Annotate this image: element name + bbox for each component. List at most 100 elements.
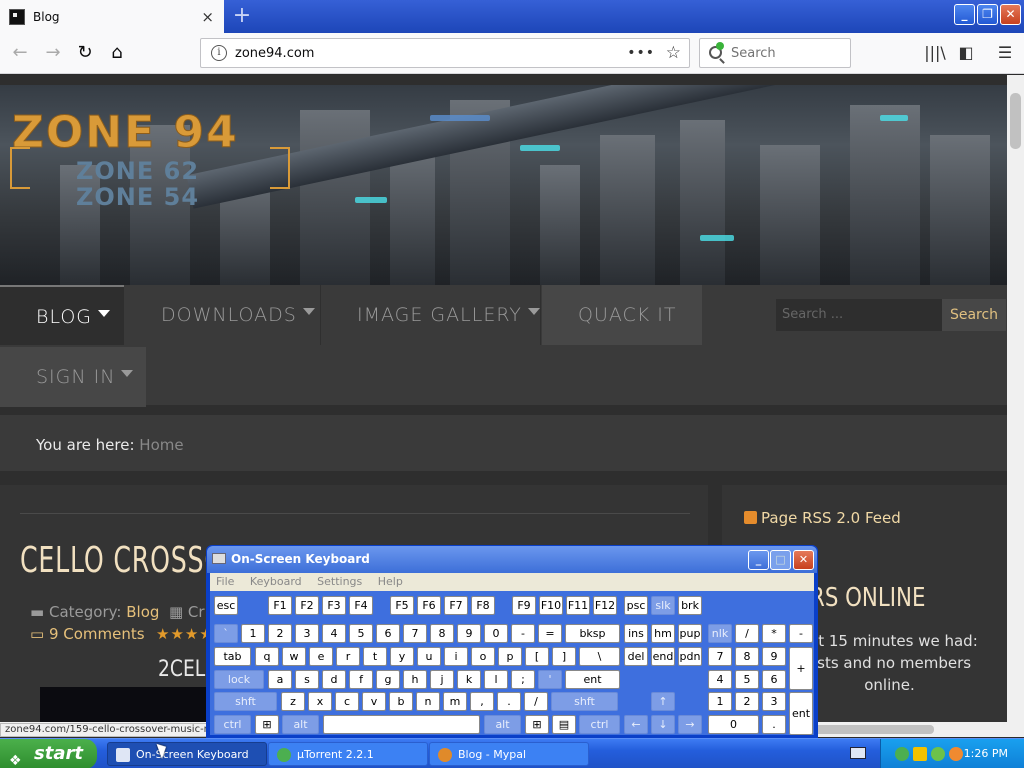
key-s[interactable]: s xyxy=(295,670,319,689)
key-e[interactable]: e xyxy=(309,647,333,666)
key-g[interactable]: g xyxy=(376,670,400,689)
key-ctrl[interactable]: ctrl xyxy=(579,715,620,734)
key-bksp[interactable]: bksp xyxy=(565,624,620,643)
new-tab-button[interactable]: + xyxy=(231,3,253,29)
minimize-window-button[interactable]: _ xyxy=(954,4,975,25)
key-0[interactable]: 0 xyxy=(708,715,759,734)
key-sym12[interactable]: . xyxy=(762,715,786,734)
site-logo[interactable]: ZONE 94 ZONE 62 ZONE 54 xyxy=(10,107,290,210)
key-ent[interactable]: ent xyxy=(789,692,813,735)
key-t[interactable]: t xyxy=(363,647,387,666)
key-k[interactable]: k xyxy=(457,670,481,689)
key-i[interactable]: i xyxy=(444,647,468,666)
key-alt[interactable]: alt xyxy=(282,715,319,734)
close-tab-icon[interactable]: × xyxy=(201,8,214,26)
vertical-scrollbar[interactable] xyxy=(1007,75,1024,722)
key-F7[interactable]: F7 xyxy=(444,596,468,615)
taskbar-item-osk[interactable]: On-Screen Keyboard xyxy=(107,742,267,766)
browser-search-box[interactable]: Search xyxy=(699,38,851,68)
key-r[interactable]: r xyxy=(336,647,360,666)
key-F12[interactable]: F12 xyxy=(593,596,617,615)
utorrent-tray-icon[interactable] xyxy=(895,747,909,761)
key-sym13[interactable]: \ xyxy=(579,647,620,666)
taskbar-item-browser[interactable]: Blog - Mypal xyxy=(429,742,589,766)
key-shft[interactable]: shft xyxy=(214,692,277,711)
forward-icon[interactable]: → xyxy=(41,42,65,66)
key-h[interactable]: h xyxy=(403,670,427,689)
key-psc[interactable]: psc xyxy=(624,596,648,615)
key-sym8[interactable]: , xyxy=(470,692,494,711)
close-window-button[interactable]: ✕ xyxy=(1000,4,1021,25)
key-4[interactable]: 4 xyxy=(708,670,732,689)
page-actions-icon[interactable]: ••• xyxy=(627,45,655,61)
video-thumbnail[interactable] xyxy=(40,687,210,722)
key-pup[interactable]: pup xyxy=(678,624,702,643)
key-sym9[interactable]: . xyxy=(497,692,521,711)
key-ins[interactable]: ins xyxy=(624,624,648,643)
key-sym11[interactable]: ' xyxy=(538,670,562,689)
key-sym9[interactable]: ↓ xyxy=(651,715,675,734)
key-1[interactable]: 1 xyxy=(708,692,732,711)
key-sym10[interactable]: → xyxy=(678,715,702,734)
key-F2[interactable]: F2 xyxy=(295,596,319,615)
key-lock[interactable]: lock xyxy=(214,670,264,689)
browser-tab[interactable]: Blog × xyxy=(0,0,224,33)
key-sym8[interactable]: ← xyxy=(624,715,648,734)
key-F4[interactable]: F4 xyxy=(349,596,373,615)
key-space[interactable] xyxy=(323,715,480,734)
maximize-window-button[interactable]: ❐ xyxy=(977,4,998,25)
key-F8[interactable]: F8 xyxy=(471,596,495,615)
library-icon[interactable]: |||\ xyxy=(923,42,947,66)
article-title[interactable]: CELLO CROSSO xyxy=(20,540,225,581)
key-j[interactable]: j xyxy=(430,670,454,689)
key-sym6[interactable]: ▤ xyxy=(552,715,576,734)
key-q[interactable]: q xyxy=(255,647,279,666)
key-9[interactable]: 9 xyxy=(457,624,481,643)
key-slk[interactable]: slk xyxy=(651,596,675,615)
key-u[interactable]: u xyxy=(417,647,441,666)
category-link[interactable]: Blog xyxy=(126,603,159,621)
key-4[interactable]: 4 xyxy=(322,624,346,643)
key-hm[interactable]: hm xyxy=(651,624,675,643)
key-sym20[interactable]: + xyxy=(789,647,813,690)
key-z[interactable]: z xyxy=(281,692,305,711)
bookmark-star-icon[interactable]: ☆ xyxy=(666,43,681,63)
hamburger-menu-icon[interactable]: ☰ xyxy=(993,42,1017,66)
key-f[interactable]: f xyxy=(349,670,373,689)
rss-link[interactable]: Page RSS 2.0 Feed xyxy=(744,509,901,527)
key-alt[interactable]: alt xyxy=(484,715,521,734)
breadcrumb-home-link[interactable]: Home xyxy=(139,436,183,454)
language-bar-keyboard-icon[interactable] xyxy=(850,747,866,759)
key-0[interactable]: 0 xyxy=(484,624,508,643)
key-3[interactable]: 3 xyxy=(762,692,786,711)
reload-icon[interactable]: ↻ xyxy=(73,42,97,66)
home-icon[interactable]: ⌂ xyxy=(105,42,129,66)
key-x[interactable]: x xyxy=(308,692,332,711)
key-sym12[interactable]: = xyxy=(538,624,562,643)
nav-item-image-gallery[interactable]: IMAGE GALLERY xyxy=(321,285,541,345)
key-sym19[interactable]: * xyxy=(762,624,786,643)
osk-minimize-button[interactable]: _ xyxy=(748,550,769,570)
key-sym1[interactable]: ⊞ xyxy=(255,715,279,734)
key-sym10[interactable]: / xyxy=(524,692,548,711)
osk-menu-file[interactable]: File xyxy=(216,575,234,588)
sidebar-icon[interactable]: ◧ xyxy=(954,42,978,66)
key-end[interactable]: end xyxy=(651,647,675,666)
key-3[interactable]: 3 xyxy=(295,624,319,643)
taskbar-item-utorrent[interactable]: µTorrent 2.2.1 xyxy=(268,742,428,766)
site-search-button[interactable]: Search xyxy=(942,299,1006,331)
url-bar[interactable]: i zone94.com ••• ☆ xyxy=(200,38,690,68)
key-l[interactable]: l xyxy=(484,670,508,689)
key-9[interactable]: 9 xyxy=(762,647,786,666)
key-8[interactable]: 8 xyxy=(735,647,759,666)
key-o[interactable]: o xyxy=(471,647,495,666)
key-5[interactable]: 5 xyxy=(349,624,373,643)
key-5[interactable]: 5 xyxy=(735,670,759,689)
key-sym12[interactable]: ↑ xyxy=(651,692,675,711)
key-sym11[interactable]: - xyxy=(511,624,535,643)
site-info-icon[interactable]: i xyxy=(211,45,227,61)
key-shft[interactable]: shft xyxy=(551,692,618,711)
key-ctrl[interactable]: ctrl xyxy=(214,715,251,734)
key-c[interactable]: c xyxy=(335,692,359,711)
key-F10[interactable]: F10 xyxy=(539,596,563,615)
